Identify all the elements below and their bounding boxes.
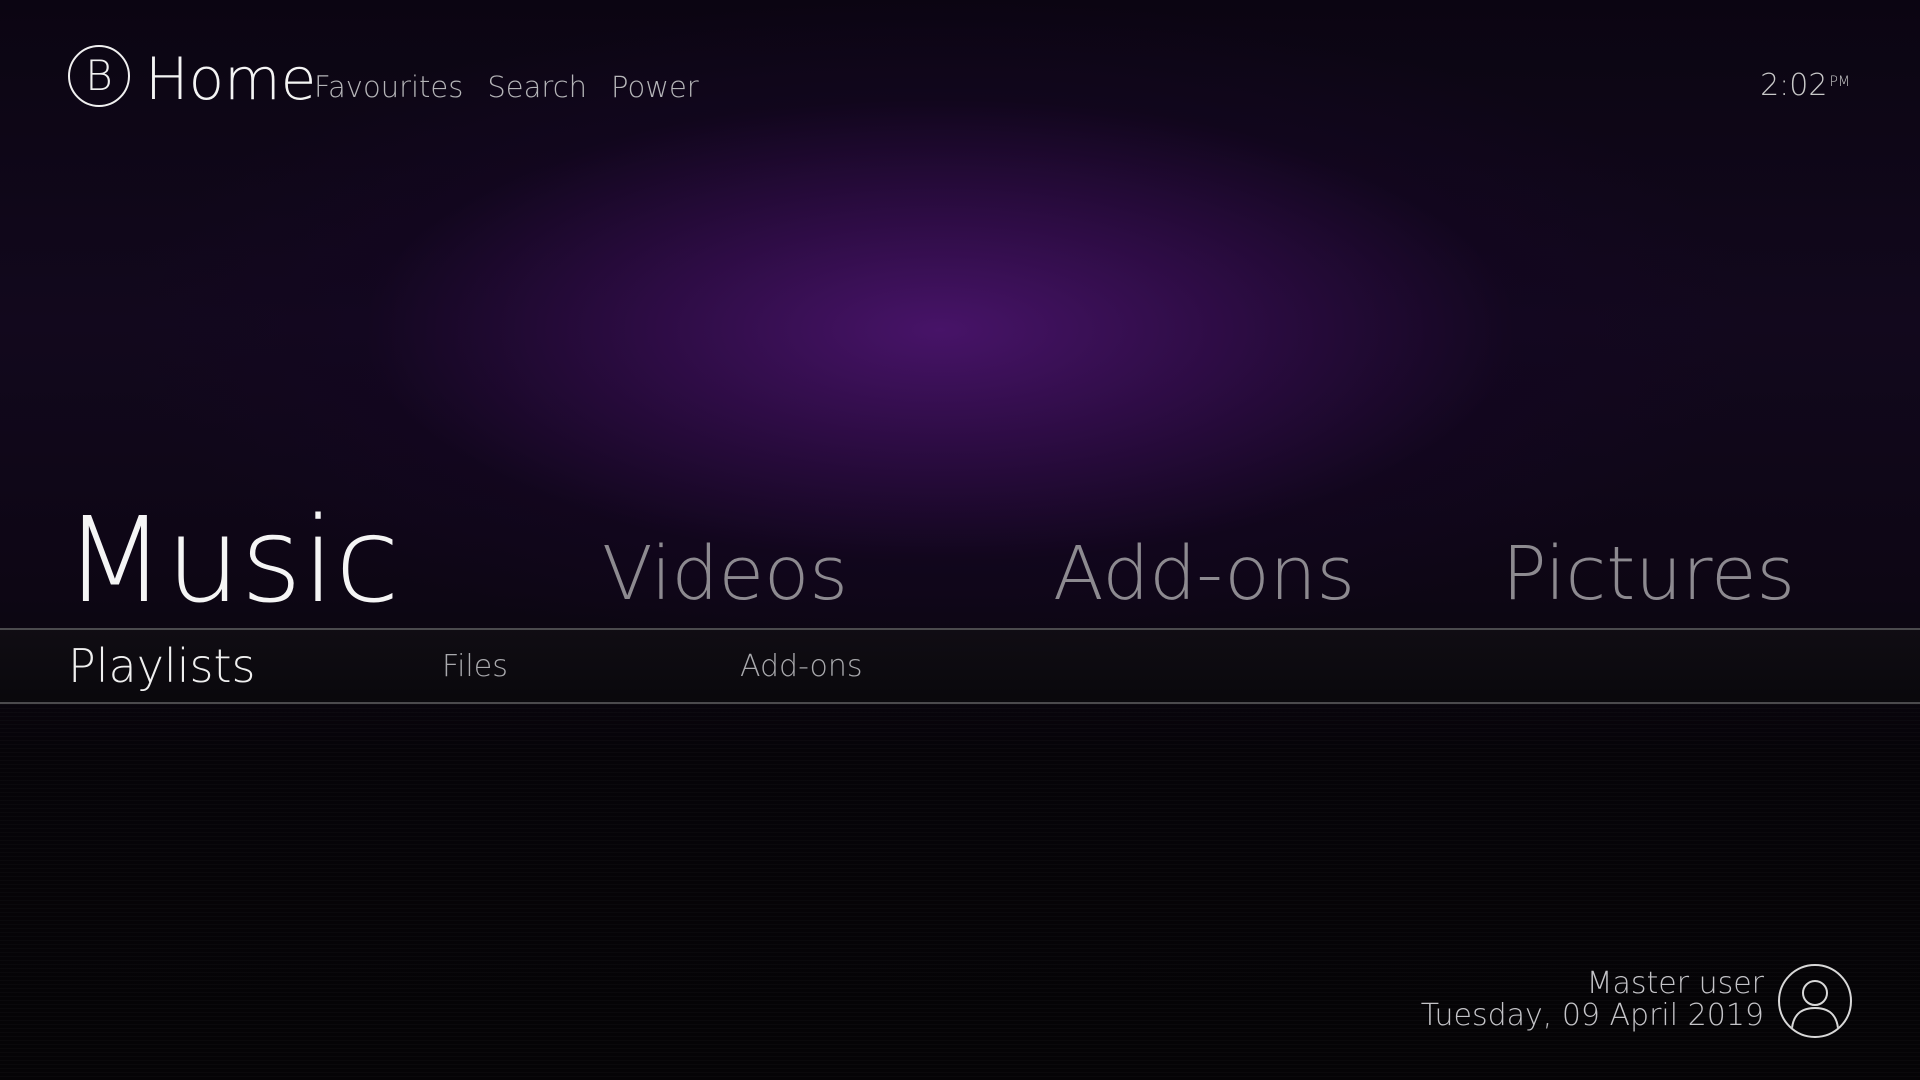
search-link[interactable]: Search — [487, 70, 587, 104]
sub-menu: Playlists Files Add-ons — [0, 628, 1920, 704]
clock-time: 2:02 — [1760, 68, 1828, 103]
main-menu-item-addons[interactable]: Add-ons — [1053, 537, 1355, 611]
current-date: Tuesday, 09 April 2019 — [1420, 998, 1764, 1033]
clock-ampm: PM — [1829, 74, 1850, 90]
app-logo-icon[interactable]: B — [68, 45, 130, 107]
main-menu-item-pictures[interactable]: Pictures — [1502, 537, 1795, 611]
sub-menu-item-files[interactable]: Files — [442, 630, 508, 702]
user-info: Master user Tuesday, 09 April 2019 — [1421, 968, 1764, 1032]
sub-menu-item-playlists[interactable]: Playlists — [68, 630, 255, 702]
sub-menu-item-addons[interactable]: Add-ons — [740, 630, 862, 702]
person-icon — [1791, 980, 1839, 1029]
favourites-link[interactable]: Favourites — [314, 70, 463, 104]
page-title: Home — [145, 45, 317, 113]
clock: 2:02 PM — [1760, 68, 1850, 103]
home-screen: B Home Favourites Search Power 2:02 PM M… — [0, 0, 1920, 1080]
top-nav: Favourites Search Power — [314, 70, 699, 104]
power-link[interactable]: Power — [611, 70, 699, 104]
logo-letter: B — [85, 51, 113, 100]
main-menu-item-videos[interactable]: Videos — [602, 537, 848, 611]
user-avatar-icon[interactable] — [1778, 964, 1852, 1038]
user-name: Master user — [1586, 966, 1764, 1001]
main-menu-item-music[interactable]: Music — [64, 501, 400, 619]
main-menu: Music Videos Add-ons Pictures — [0, 500, 1920, 625]
